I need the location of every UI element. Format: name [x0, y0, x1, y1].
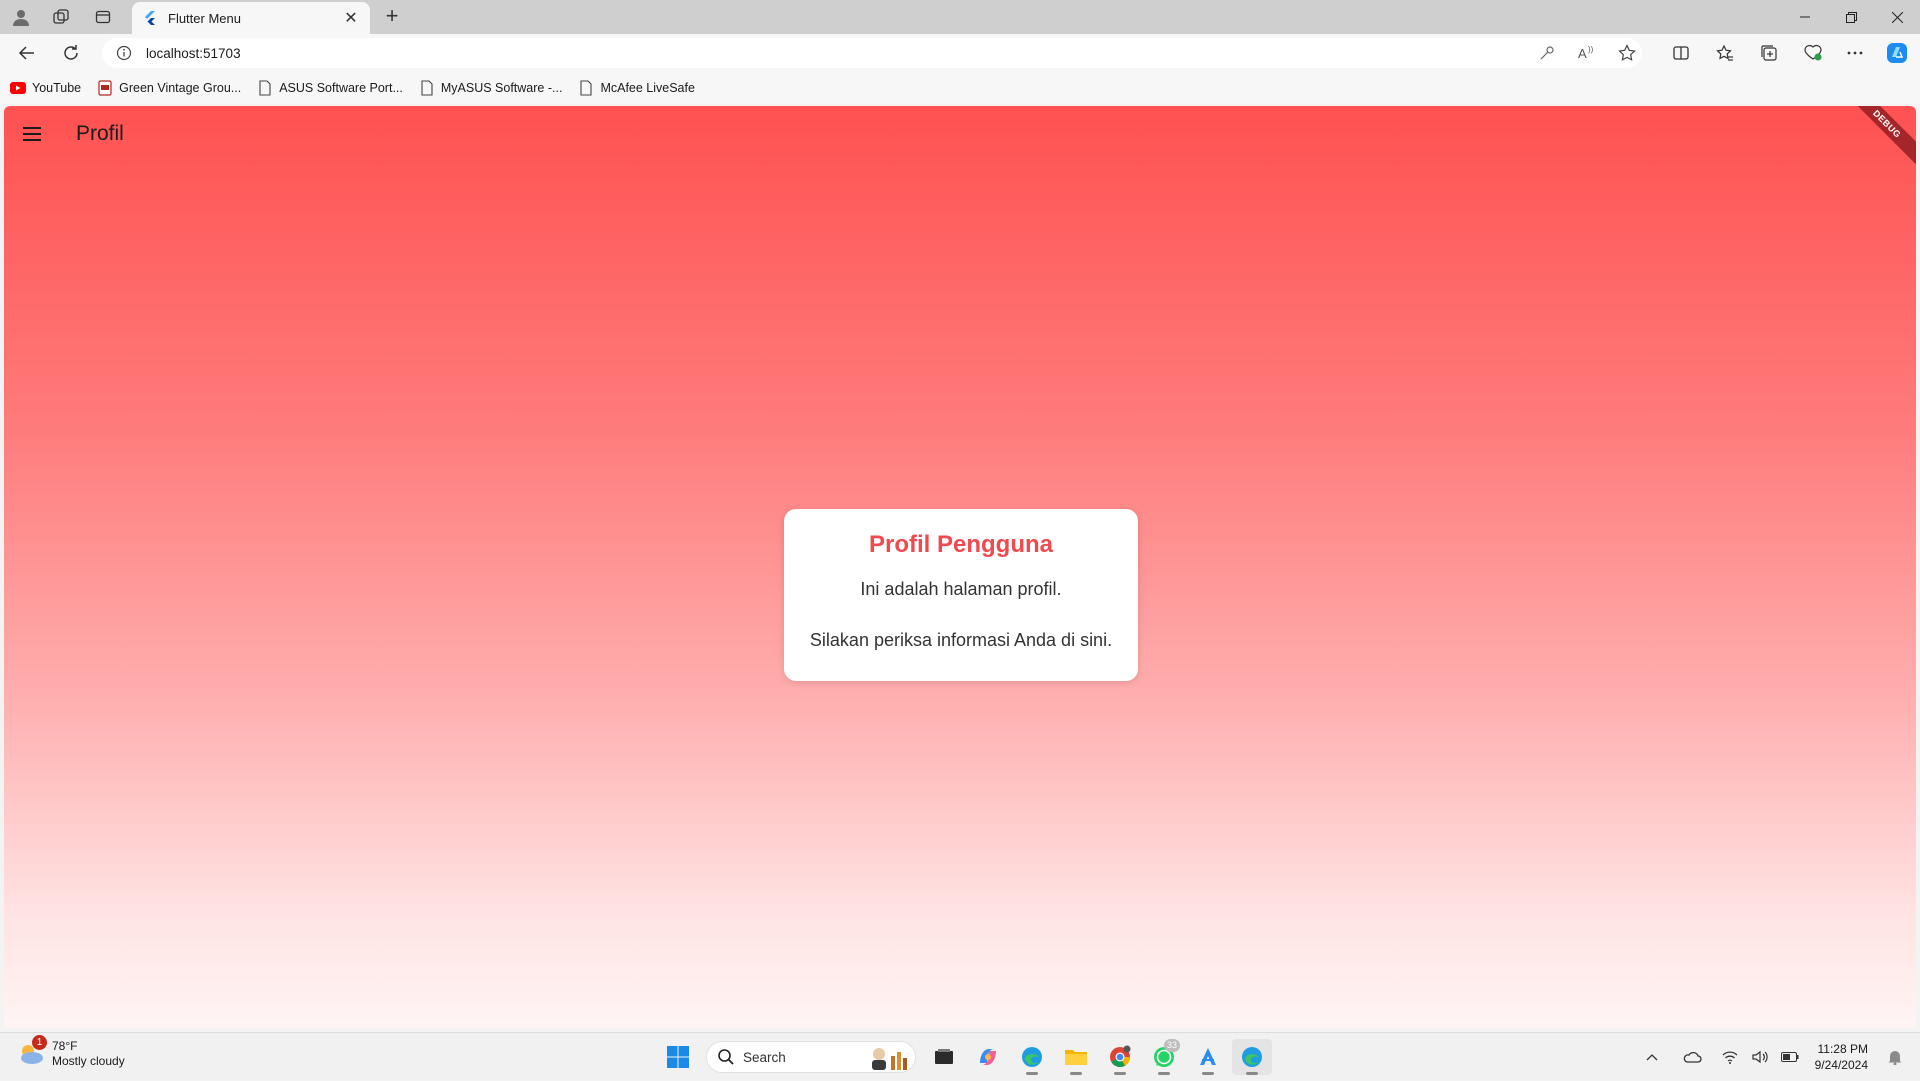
bookmark-label: YouTube	[32, 81, 82, 95]
svg-text:)): ))	[1588, 45, 1594, 54]
key-icon[interactable]	[1532, 39, 1562, 67]
hamburger-menu-button[interactable]	[4, 106, 60, 162]
url-text: localhost:51703	[146, 45, 241, 61]
battery-icon[interactable]	[1777, 1044, 1803, 1070]
card-text-line-1: Ini adalah halaman profil.	[860, 579, 1062, 599]
bookmark-green-vintage[interactable]: Green Vintage Grou...	[97, 80, 241, 96]
back-button[interactable]	[12, 39, 42, 67]
app-viewport: Profil DEBUG Profil Pengguna Ini adalah …	[4, 106, 1916, 1028]
pdf-icon	[97, 80, 113, 96]
bookmark-label: Green Vintage Grou...	[119, 81, 242, 95]
browser-essentials-icon[interactable]	[1798, 39, 1828, 67]
volume-icon[interactable]	[1747, 1044, 1773, 1070]
file-explorer-icon[interactable]	[1056, 1039, 1096, 1075]
address-bar[interactable]: localhost:51703	[102, 38, 1642, 68]
whatsapp-badge: 33	[1163, 1039, 1180, 1052]
card-text-line-2: Silakan periksa informasi Anda di sini.	[809, 630, 1113, 650]
search-placeholder: Search	[743, 1049, 786, 1065]
minimize-button[interactable]	[1782, 0, 1828, 34]
more-options-icon[interactable]	[1840, 39, 1870, 67]
taskbar-apps: Search 33	[656, 1039, 1274, 1075]
bookmarks-bar: YouTube Green Vintage Grou... ASUS Softw…	[0, 72, 1920, 104]
flutter-icon	[145, 11, 155, 25]
weather-description: Mostly cloudy	[52, 1054, 125, 1068]
weather-temperature: 78°F	[52, 1039, 78, 1053]
tab-flutter-menu[interactable]: Flutter Menu ✕	[132, 2, 370, 34]
copilot-icon[interactable]	[1882, 39, 1912, 67]
bookmark-myasus-software[interactable]: MyASUS Software -...	[419, 80, 563, 96]
edge-active-window-icon[interactable]	[1232, 1039, 1272, 1075]
card-heading: Profil Pengguna	[868, 531, 1053, 558]
page-icon	[419, 80, 435, 96]
tab-actions-icon[interactable]	[88, 4, 118, 30]
favorite-star-icon[interactable]	[1612, 39, 1642, 67]
new-tab-button[interactable]: +	[378, 4, 406, 30]
page-icon	[257, 80, 273, 96]
bookmark-asus-software-portal[interactable]: ASUS Software Port...	[257, 80, 403, 96]
restore-button[interactable]	[1828, 0, 1874, 34]
taskbar-search[interactable]: Search	[706, 1041, 916, 1073]
site-info-icon[interactable]	[116, 45, 132, 61]
youtube-icon	[10, 80, 26, 96]
wifi-icon[interactable]	[1717, 1044, 1743, 1070]
profile-icon[interactable]	[6, 4, 36, 30]
close-window-button[interactable]	[1874, 0, 1920, 34]
chrome-icon[interactable]	[1100, 1039, 1140, 1075]
system-tray: 11:28 PM 9/24/2024	[1637, 1033, 1920, 1081]
menu-icon	[23, 127, 41, 141]
collections-icon[interactable]	[1754, 39, 1784, 67]
chevron-up-icon[interactable]	[1639, 1044, 1665, 1070]
clock-time: 11:28 PM	[1817, 1042, 1868, 1056]
profile-card: Profil Pengguna Ini adalah halaman profi…	[784, 509, 1138, 681]
start-button[interactable]	[658, 1039, 698, 1075]
app-bar: Profil	[4, 106, 1916, 162]
browser-navbar: localhost:51703 A))	[0, 34, 1920, 72]
notification-bell-icon[interactable]	[1882, 1044, 1908, 1070]
tab-title: Flutter Menu	[168, 10, 241, 26]
bookmark-mcafee-livesafe[interactable]: McAfee LiveSafe	[578, 80, 695, 96]
close-tab-icon[interactable]: ✕	[342, 9, 360, 27]
bookmark-label: McAfee LiveSafe	[600, 81, 695, 95]
bookmark-label: MyASUS Software -...	[440, 81, 563, 95]
page-title: Profil	[76, 122, 124, 145]
edge-icon[interactable]	[1012, 1039, 1052, 1075]
clock-date: 9/24/2024	[1814, 1058, 1868, 1072]
read-aloud-icon[interactable]: A))	[1572, 39, 1602, 67]
task-view-icon[interactable]	[924, 1039, 964, 1075]
svg-text:A: A	[1578, 46, 1587, 61]
browser-titlebar: Flutter Menu ✕ +	[0, 0, 1920, 34]
favorites-icon[interactable]	[1710, 39, 1740, 67]
copilot-app-icon[interactable]	[968, 1039, 1008, 1075]
bookmark-label: ASUS Software Port...	[279, 81, 403, 95]
weather-widget[interactable]: 1 78°F Mostly cloudy	[16, 1035, 125, 1069]
search-icon	[718, 1049, 734, 1065]
windows-icon	[667, 1046, 689, 1068]
refresh-button[interactable]	[56, 39, 86, 67]
windows-taskbar: 1 78°F Mostly cloudy Search 33 11:28 PM …	[0, 1032, 1920, 1080]
weather-alert-badge: 1	[32, 1035, 47, 1050]
split-screen-icon[interactable]	[1666, 39, 1696, 67]
app-store-icon[interactable]	[1188, 1039, 1228, 1075]
cloudy-weather-icon: 1	[16, 1035, 47, 1069]
whatsapp-icon[interactable]: 33	[1144, 1039, 1184, 1075]
clock[interactable]: 11:28 PM 9/24/2024	[1815, 1041, 1868, 1073]
bookmark-youtube[interactable]: YouTube	[10, 80, 81, 96]
workspaces-icon[interactable]	[46, 4, 76, 30]
page-icon	[578, 80, 594, 96]
onedrive-icon[interactable]	[1679, 1044, 1705, 1070]
search-highlight-icon	[872, 1048, 907, 1070]
